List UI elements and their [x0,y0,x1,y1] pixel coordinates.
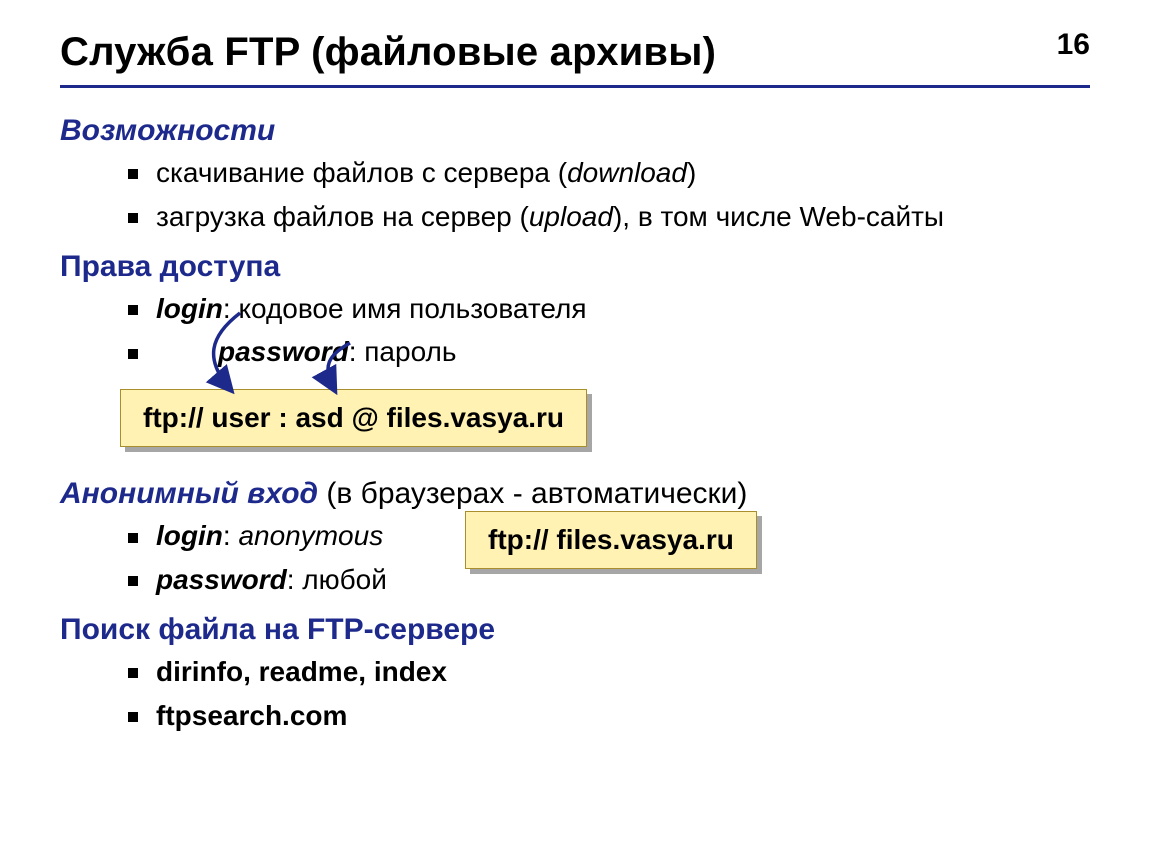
anon-heading-rest: (в браузерах - автоматически) [318,477,747,510]
title-divider [60,85,1090,88]
item-term: upload [529,201,613,232]
access-callout: ftp:// user : asd @ files.vasya.ru [120,389,587,447]
item-desc: кодовое имя пользователя [238,293,586,324]
item-sep: : [223,520,239,551]
section-search-heading: Поиск файла на FTP-сервере [60,613,1090,647]
section-access-heading: Права доступа [60,250,1090,284]
item-sep: : [223,293,239,324]
item-pre: загрузка файлов на сервер ( [156,201,529,232]
slide-title: Служба FTP (файловые архивы) [60,30,1090,75]
item-sep: : [287,564,303,595]
list-item: ftpsearch.com [128,697,1090,735]
access-callout-wrap: ftp:// user : asd @ files.vasya.ru [120,389,1090,457]
item-post: ), в том числе Web-сайты [613,201,944,232]
search-list: dirinfo, readme, index ftpsearch.com [60,653,1090,735]
page-number: 16 [1057,28,1090,62]
item-term: login [156,293,223,324]
item-term: login [156,520,223,551]
item-text: ftpsearch.com [156,700,347,731]
item-text: dirinfo, readme, index [156,656,447,687]
anon-heading-strong: Анонимный вход [60,477,318,510]
item-post: ) [687,157,696,188]
item-pre: скачивание файлов c сервера ( [156,157,567,188]
list-item: login: кодовое имя пользователя [128,290,1090,328]
item-desc: пароль [364,336,456,367]
list-item: password: пароль [128,333,1090,371]
list-item: скачивание файлов c сервера (download) [128,154,1090,192]
capabilities-list: скачивание файлов c сервера (download) з… [60,154,1090,236]
section-capabilities-heading: Возможности [60,114,1090,148]
item-term: password [156,564,287,595]
section-heading-text: Возможности [60,114,275,147]
slide: 16 Служба FTP (файловые архивы) Возможно… [0,0,1150,864]
access-list: login: кодовое имя пользователя password… [60,290,1090,372]
item-desc: любой [302,564,387,595]
anonymous-block: login: anonymous password: любой ftp:// … [60,517,1090,599]
list-item: dirinfo, readme, index [128,653,1090,691]
list-item: загрузка файлов на сервер (upload), в то… [128,198,1090,236]
item-term: download [567,157,687,188]
item-sep: : [349,336,365,367]
item-desc: anonymous [238,520,383,551]
item-term: password [218,336,349,367]
section-anonymous-heading: Анонимный вход (в браузерах - автоматиче… [60,477,1090,511]
anonymous-callout: ftp:// files.vasya.ru [465,511,757,569]
